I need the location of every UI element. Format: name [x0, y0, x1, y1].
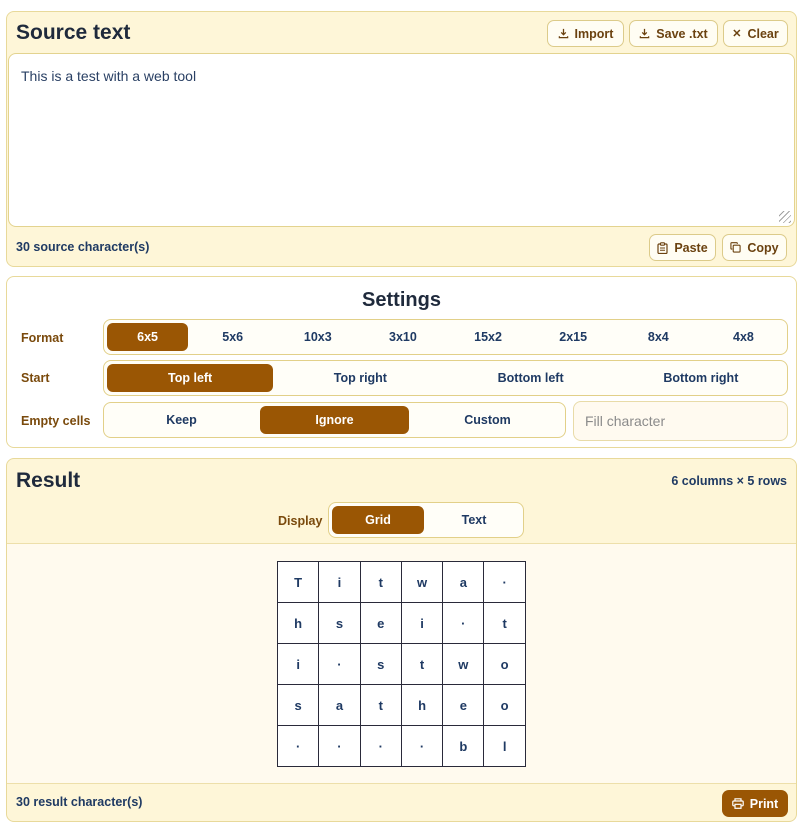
grid-cell: b — [442, 725, 485, 767]
grid-cell: t — [359, 684, 402, 726]
display-option-text[interactable]: Text — [428, 506, 520, 534]
grid-cell: s — [359, 643, 402, 685]
empty-cells-option-custom[interactable]: Custom — [413, 406, 562, 434]
grid-cell: · — [318, 643, 361, 685]
start-option-top-right[interactable]: Top right — [277, 364, 443, 392]
download-icon — [558, 28, 568, 39]
source-text: This is a test with a web tool — [21, 68, 197, 84]
grid-row: satheo — [276, 684, 526, 726]
empty-cells-option-keep[interactable]: Keep — [107, 406, 256, 434]
grid-cell: i — [276, 643, 320, 685]
empty-cells-option-ignore[interactable]: Ignore — [260, 406, 409, 434]
format-option-4x8[interactable]: 4x8 — [703, 323, 784, 351]
source-panel: Source text Import Save .txt ✕ Clear Thi… — [6, 11, 797, 267]
save-txt-button[interactable]: Save .txt — [629, 20, 718, 47]
source-textarea[interactable]: This is a test with a web tool — [8, 53, 795, 227]
source-header: Source text Import Save .txt ✕ Clear — [7, 12, 796, 52]
result-dimensions: 6 columns × 5 rows — [671, 474, 787, 488]
start-label: Start — [21, 371, 50, 385]
clear-label: Clear — [747, 26, 779, 41]
grid-cell: o — [483, 643, 526, 685]
grid-cell: · — [276, 725, 320, 767]
grid-cell: i — [318, 561, 361, 603]
clear-button[interactable]: ✕ Clear — [723, 20, 788, 47]
grid-row: i · s t w o — [276, 643, 526, 685]
source-character-count: 30 source character(s) — [16, 240, 150, 254]
grid-cell: · — [400, 725, 444, 767]
grid-cell: t — [359, 561, 402, 603]
grid-cell: · — [359, 725, 402, 767]
save-label: Save .txt — [656, 26, 708, 41]
paste-label: Paste — [674, 240, 708, 255]
fill-character-input[interactable]: Fill character — [573, 401, 788, 441]
grid-cell: l — [483, 725, 526, 767]
grid-cell: t — [483, 602, 526, 644]
resize-handle[interactable] — [779, 211, 791, 223]
format-option-10x3[interactable]: 10x3 — [277, 323, 358, 351]
format-option-2x15[interactable]: 2x15 — [533, 323, 614, 351]
grid-cell: · — [483, 561, 526, 603]
result-panel: Result 6 columns × 5 rows Display Grid Te… — [6, 458, 797, 822]
result-character-count: 30 result character(s) — [16, 795, 143, 809]
grid-cell: e — [359, 602, 402, 644]
grid-cell: · — [442, 602, 485, 644]
display-mode-selector: Grid Text — [328, 502, 524, 538]
display-option-grid[interactable]: Grid — [332, 506, 424, 534]
grid-cell: h — [400, 684, 444, 726]
settings-title: Settings — [362, 289, 441, 311]
grid-cell: o — [483, 684, 526, 726]
grid-cell: s — [318, 602, 361, 644]
copy-icon — [730, 242, 742, 253]
format-option-6x5[interactable]: 6x5 — [107, 323, 189, 351]
grid-cell: a — [442, 561, 485, 603]
format-label: Format — [21, 331, 64, 345]
start-option-top-left[interactable]: Top left — [107, 364, 274, 392]
grid-cell: a — [318, 684, 361, 726]
settings-panel: Settings Format 6x5 5x6 10x3 3x10 15x2 2x15 8x… — [6, 276, 797, 448]
result-output-area: Ti t w a · h s e i · t i · s t w o s a t h e o · · · · b l — [7, 543, 796, 784]
paste-button[interactable]: Paste — [649, 234, 716, 261]
grid-cell: h — [276, 602, 320, 644]
start-selector: Top left Top right Bottom left Bottom right — [103, 360, 788, 396]
import-button[interactable]: Import — [547, 20, 624, 47]
fill-character-placeholder: Fill character — [585, 413, 666, 429]
clipboard-icon — [657, 241, 668, 254]
grid-row: Ti t w a · — [276, 561, 526, 603]
start-option-bottom-left[interactable]: Bottom left — [448, 364, 614, 392]
grid-cell: T — [276, 561, 320, 603]
close-icon: ✕ — [732, 28, 742, 40]
grid-row: · · · · b l — [276, 725, 526, 767]
empty-cells-label: Empty cells — [21, 414, 91, 428]
result-grid: Ti t w a · h s e i · t i · s t w o s a t h e o · · · · b l — [276, 561, 526, 767]
printer-icon — [731, 798, 744, 809]
grid-cell: w — [442, 643, 485, 685]
grid-cell: e — [442, 684, 485, 726]
display-label: Display — [278, 514, 323, 528]
start-option-bottom-right[interactable]: Bottom right — [618, 364, 784, 392]
grid-cell: i — [400, 602, 444, 644]
import-label: Import — [574, 26, 614, 41]
grid-cell: w — [400, 561, 444, 603]
format-selector: 6x5 5x6 10x3 3x10 15x2 2x15 8x4 4x8 — [103, 319, 788, 355]
copy-label: Copy — [747, 240, 779, 255]
grid-cell: t — [400, 643, 444, 685]
source-title: Source text — [16, 21, 131, 44]
grid-row: h s e i · t — [276, 602, 526, 644]
format-option-8x4[interactable]: 8x4 — [618, 323, 699, 351]
format-option-15x2[interactable]: 15x2 — [448, 323, 529, 351]
format-option-5x6[interactable]: 5x6 — [192, 323, 273, 351]
download-icon — [640, 28, 650, 39]
grid-cell: · — [318, 725, 361, 767]
result-title: Result — [16, 469, 81, 492]
copy-button[interactable]: Copy — [722, 234, 787, 261]
print-button[interactable]: Print — [722, 790, 788, 817]
empty-cells-selector: Keep Ignore Custom — [103, 402, 566, 438]
print-label: Print — [749, 796, 779, 811]
format-option-3x10[interactable]: 3x10 — [362, 323, 443, 351]
grid-cell: s — [276, 684, 320, 726]
